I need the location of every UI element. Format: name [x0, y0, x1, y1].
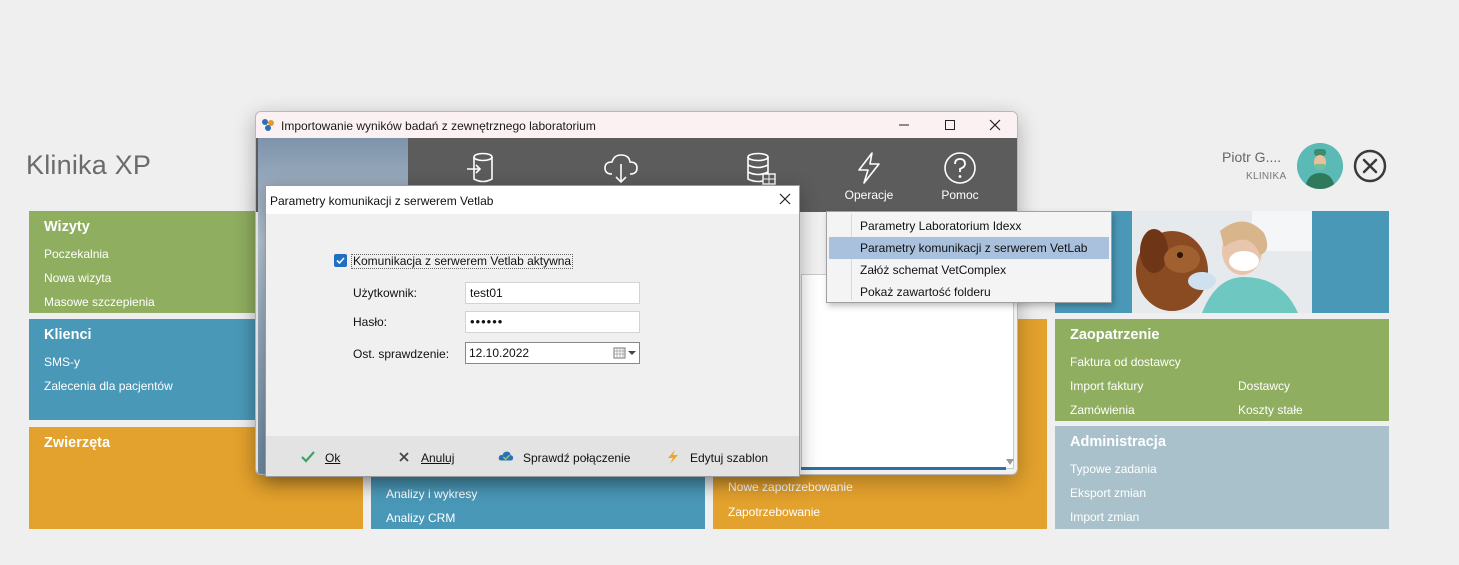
- user-input[interactable]: test01: [465, 282, 640, 304]
- window-title: Importowanie wyników badań z zewnętrzneg…: [281, 119, 596, 133]
- lightning-icon: [668, 450, 678, 464]
- edit-template-label: Edytuj szablon: [690, 451, 769, 465]
- last-check-date-input[interactable]: 12.10.2022: [465, 342, 640, 364]
- dialog-footer: Ok Anuluj Sprawdź połączenie Edytuj szab…: [266, 436, 799, 476]
- tile-link-analizy-crm[interactable]: Analizy CRM: [386, 511, 455, 525]
- menu-item-vetlab[interactable]: Parametry komunikacji z serwerem VetLab: [829, 237, 1109, 259]
- dialog-close-icon[interactable]: [778, 192, 792, 206]
- database-import-icon: [467, 152, 493, 183]
- tile-link-sms[interactable]: SMS-y: [44, 355, 80, 369]
- tile-link-koszty-stale[interactable]: Koszty stałe: [1238, 403, 1303, 417]
- cancel-label: Anuluj: [421, 451, 455, 465]
- avatar[interactable]: [1297, 143, 1343, 189]
- tile-administracja[interactable]: Administracja Typowe zadania Eksport zmi…: [1055, 426, 1389, 529]
- tile-title: Klienci: [44, 327, 92, 343]
- calendar-dropdown-icon[interactable]: [613, 346, 639, 360]
- active-checkbox-label[interactable]: Komunikacja z serwerem Vetlab aktywna: [351, 254, 574, 269]
- password-label: Hasło:: [353, 315, 388, 329]
- password-input[interactable]: ••••••: [465, 311, 640, 333]
- window-titlebar[interactable]: Importowanie wyników badań z zewnętrzneg…: [256, 112, 1017, 138]
- tile-link-zamowienia[interactable]: Zamówienia: [1070, 403, 1135, 417]
- tile-link-faktura[interactable]: Faktura od dostawcy: [1070, 355, 1181, 369]
- last-check-label: Ost. sprawdzenie:: [353, 347, 450, 361]
- toolbar-label: Operacje: [844, 188, 894, 202]
- menu-item-idexx[interactable]: Parametry Laboratorium Idexx: [829, 215, 1109, 237]
- help-icon: [944, 152, 976, 184]
- x-icon: [399, 452, 409, 462]
- toolbar-button-operacje[interactable]: Operacje: [834, 138, 904, 212]
- operations-menu: Parametry Laboratorium Idexx Parametry k…: [826, 211, 1112, 303]
- tile-link-zalecenia[interactable]: Zalecenia dla pacjentów: [44, 379, 173, 393]
- check-icon: [301, 451, 315, 463]
- maximize-icon[interactable]: [944, 119, 956, 131]
- user-name[interactable]: Piotr G....: [1222, 149, 1281, 165]
- user-label: Użytkownik:: [353, 286, 418, 300]
- menu-item-vetcomplex[interactable]: Załóż schemat VetComplex: [829, 259, 1109, 281]
- tile-link-zapotrzebowanie[interactable]: Zapotrzebowanie: [728, 505, 820, 519]
- toolbar-label: Pomoc: [941, 188, 979, 202]
- tile-link-typowe-zadania[interactable]: Typowe zadania: [1070, 462, 1157, 476]
- close-app-icon[interactable]: [1353, 149, 1387, 183]
- tile-link-masowe-szczepienia[interactable]: Masowe szczepienia: [44, 295, 155, 309]
- close-icon[interactable]: [989, 119, 1001, 131]
- tile-link-import-zmian[interactable]: Import zmian: [1070, 510, 1139, 524]
- vetlab-dialog: Parametry komunikacji z serwerem Vetlab …: [265, 185, 800, 477]
- vet-with-dog-photo-icon: [1132, 211, 1312, 313]
- minimize-icon[interactable]: [898, 119, 910, 131]
- checkmark-icon: [336, 257, 345, 265]
- tile-link-nowa-wizyta[interactable]: Nowa wizyta: [44, 271, 111, 285]
- tile-title: Zaopatrzenie: [1070, 327, 1160, 343]
- tile-link-dostawcy[interactable]: Dostawcy: [1238, 379, 1290, 393]
- scroll-down-icon[interactable]: [1005, 458, 1015, 466]
- tile-link-analizy-wykresy[interactable]: Analizy i wykresy: [386, 487, 477, 501]
- toolbar-button-pomoc[interactable]: Pomoc: [925, 138, 995, 212]
- check-connection-label: Sprawdź połączenie: [523, 451, 631, 465]
- tile-link-poczekalnia[interactable]: Poczekalnia: [44, 247, 109, 261]
- cloud-check-icon: [498, 451, 514, 461]
- doctor-avatar-icon: [1297, 143, 1343, 189]
- dialog-title: Parametry komunikacji z serwerem Vetlab: [270, 194, 494, 208]
- date-value: 12.10.2022: [469, 346, 530, 360]
- dialog-titlebar[interactable]: Parametry komunikacji z serwerem Vetlab: [266, 186, 799, 214]
- app-logo-icon: [262, 119, 274, 131]
- tile-zaopatrzenie[interactable]: Zaopatrzenie Faktura od dostawcy Import …: [1055, 319, 1389, 421]
- tile-link-import-faktury[interactable]: Import faktury: [1070, 379, 1143, 393]
- tile-link-eksport-zmian[interactable]: Eksport zmian: [1070, 486, 1146, 500]
- active-checkbox[interactable]: [334, 254, 347, 267]
- app-title: Klinika XP: [26, 150, 152, 180]
- window-progress-bar: [801, 467, 1006, 470]
- database-table-icon: [747, 152, 776, 185]
- cloud-download-icon: [604, 154, 638, 184]
- lightning-icon: [858, 152, 880, 184]
- menu-item-folder[interactable]: Pokaż zawartość folderu: [829, 281, 1109, 303]
- tile-title: Wizyty: [44, 219, 90, 235]
- tile-link-nowe-zapotrzebowanie[interactable]: Nowe zapotrzebowanie: [728, 480, 853, 494]
- tile-title: Administracja: [1070, 434, 1166, 450]
- ok-label: Ok: [325, 451, 341, 465]
- tile-title: Zwierzęta: [44, 435, 111, 451]
- user-role: KLINIKA: [1246, 171, 1287, 182]
- window-content-panel: [801, 274, 1014, 469]
